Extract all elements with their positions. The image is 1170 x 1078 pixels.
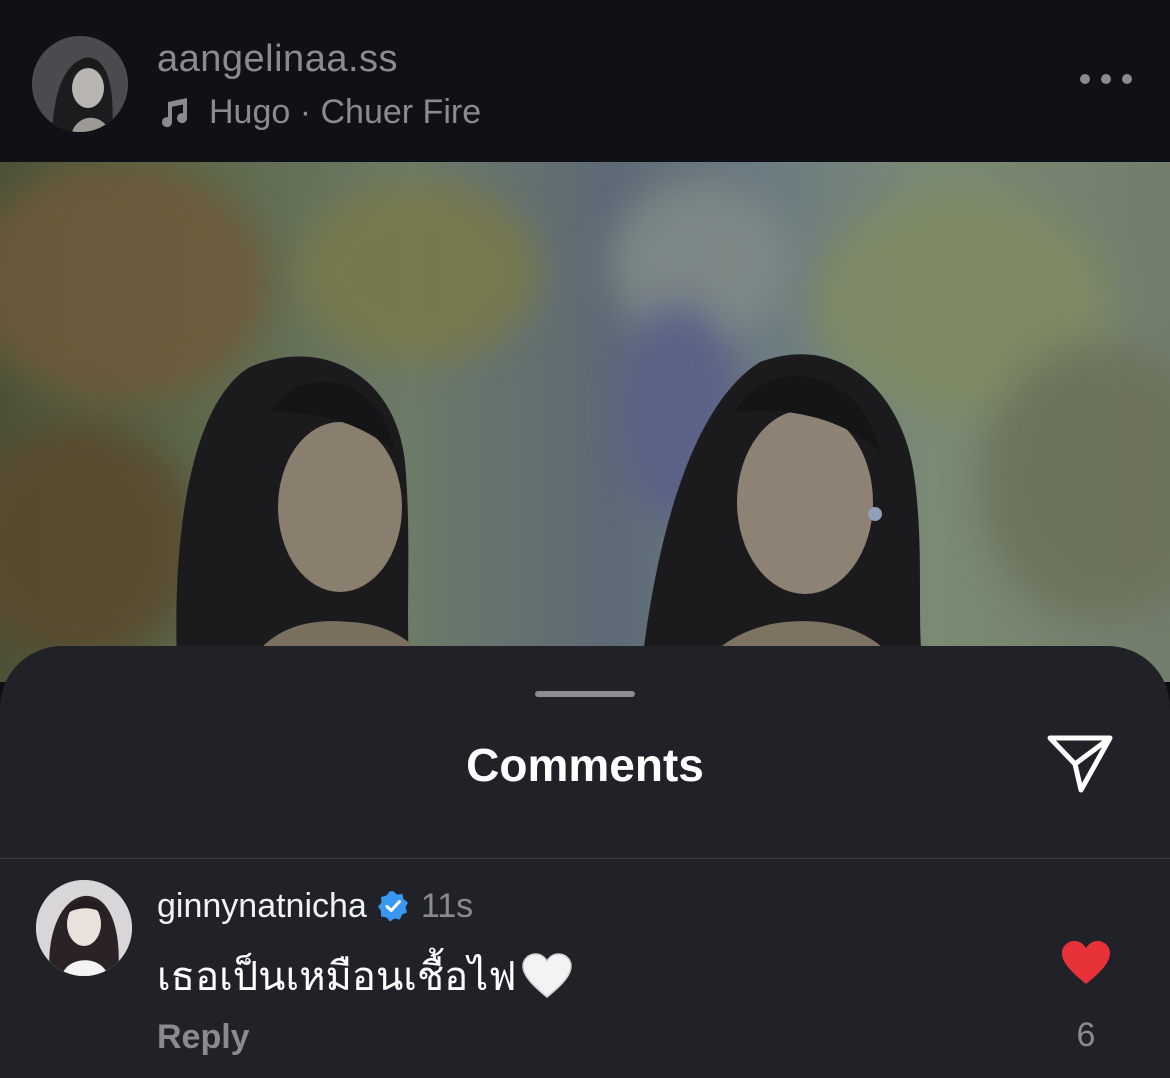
comment-header: ginnynatnicha 11s — [157, 884, 473, 928]
heart-icon[interactable] — [1060, 940, 1112, 986]
sheet-grabber[interactable] — [535, 691, 635, 697]
comment-text-row: เธอเป็นเหมือนเชื้อไฟ — [157, 944, 573, 1008]
more-icon[interactable] — [1080, 62, 1132, 96]
sheet-divider — [0, 858, 1170, 859]
comment-text: เธอเป็นเหมือนเชื้อไฟ — [157, 955, 517, 999]
comment-time: 11s — [420, 886, 474, 925]
post-photo — [0, 162, 1170, 682]
reply-button[interactable]: Reply — [157, 1018, 250, 1057]
commenter-avatar[interactable] — [36, 880, 132, 976]
music-note-icon — [162, 98, 188, 128]
white-heart-icon — [521, 953, 572, 998]
like-count: 6 — [1076, 1016, 1096, 1054]
music-label: Hugo · Chuer Fire — [209, 92, 482, 131]
commenter-username[interactable]: ginnynatnicha — [157, 887, 367, 926]
paper-plane-icon[interactable] — [1044, 728, 1116, 796]
comments-sheet: Comments — [0, 646, 1170, 1078]
verified-badge-icon — [377, 891, 408, 922]
author-avatar[interactable] — [32, 36, 128, 132]
music-info[interactable]: Hugo · Chuer Fire — [157, 92, 481, 132]
sheet-title: Comments — [466, 739, 704, 791]
post-header: aangelinaa.ss Hugo · Chuer Fire — [0, 0, 1170, 162]
author-username[interactable]: aangelinaa.ss — [157, 38, 398, 81]
